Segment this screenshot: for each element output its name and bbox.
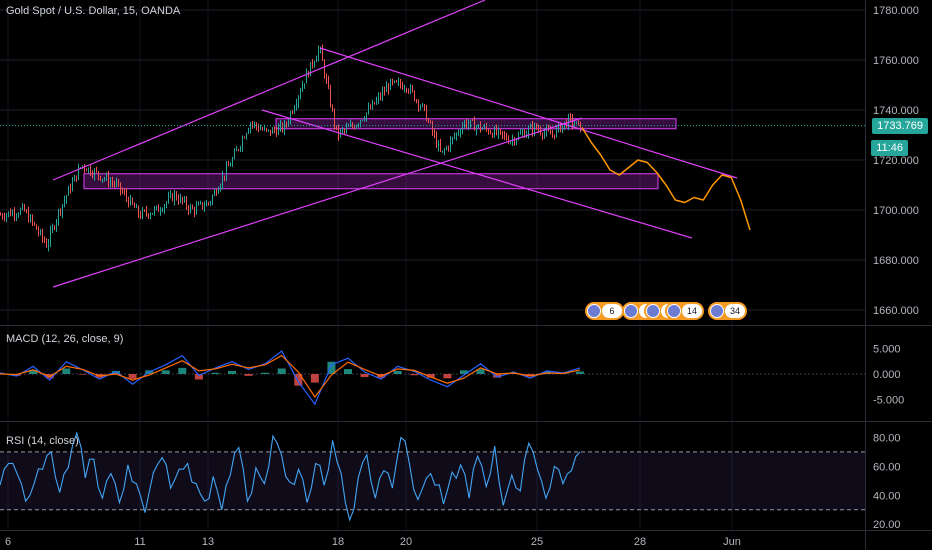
event-count: 14: [682, 304, 702, 318]
grid: [0, 0, 865, 530]
us-flag-icon: [624, 304, 638, 318]
macd-pane: [0, 350, 865, 406]
histogram-bar: [161, 370, 170, 374]
x-tick-label: 28: [634, 536, 646, 548]
histogram-bar: [277, 368, 286, 374]
symbol-title[interactable]: Gold Spot / U.S. Dollar, 15, OANDA: [6, 5, 180, 17]
histogram-bar: [344, 369, 352, 374]
rsi-tick-label: 80.00: [873, 432, 901, 444]
macd-tick-label: 5.000: [873, 343, 901, 355]
lower-support-zone: [83, 173, 659, 190]
countdown-badge: 11:46: [871, 140, 908, 156]
histogram-bar: [78, 374, 87, 375]
rsi-tick-label: 20.00: [873, 519, 901, 531]
economic-event[interactable]: 14: [665, 302, 704, 320]
y-tick-label: 1700.000: [873, 205, 919, 217]
signal-line: [0, 354, 581, 399]
rsi-tick-label: 40.00: [873, 490, 901, 502]
rsi-band-fill: [0, 451, 865, 510]
x-tick-label: 18: [332, 536, 344, 548]
x-tick-label: 20: [400, 536, 412, 548]
macd-title[interactable]: MACD (12, 26, close, 9): [6, 333, 123, 345]
event-count: 6: [602, 304, 622, 318]
upper-rising-line: [52, 0, 486, 181]
histogram-bar: [576, 371, 584, 374]
histogram-bar: [261, 372, 270, 374]
event-count: 34: [725, 304, 745, 318]
histogram-bar: [228, 370, 236, 374]
x-tick-label: Jun: [723, 536, 741, 548]
x-tick-label: 11: [134, 536, 145, 548]
last-price-badge: 1733.769: [872, 117, 928, 134]
us-flag-icon: [646, 304, 660, 318]
us-flag-icon: [667, 304, 681, 318]
histogram-bar: [128, 374, 137, 379]
y-tick-label: 1660.000: [873, 305, 919, 317]
us-flag-icon: [587, 304, 601, 318]
histogram-bar: [393, 370, 402, 374]
y-tick-label: 1760.000: [873, 55, 919, 67]
y-tick-label: 1780.000: [873, 5, 919, 17]
x-tick-label: 25: [531, 536, 543, 548]
rsi-pane: [0, 431, 865, 522]
y-tick-label: 1740.000: [873, 105, 919, 117]
economic-event[interactable]: 6: [585, 302, 624, 320]
us-flag-icon: [710, 304, 724, 318]
histogram-bar: [410, 374, 419, 376]
macd-line: [0, 350, 581, 406]
histogram-bar: [360, 374, 369, 378]
histogram-bar: [310, 374, 319, 383]
chart-canvas[interactable]: 1780.000 1760.000 1740.000 1720.000 1700.000…: [0, 0, 932, 550]
y-tick-label: 1720.000: [873, 155, 919, 167]
histogram-bar: [443, 374, 452, 379]
histogram-bar: [244, 374, 253, 376]
macd-tick-label: -5.000: [873, 395, 904, 407]
rsi-tick-label: 60.00: [873, 461, 901, 473]
histogram-bar: [62, 368, 71, 374]
economic-event[interactable]: 34: [708, 302, 747, 320]
candles: [0, 44, 581, 252]
channels: [52, 0, 738, 288]
y-tick-label: 1680.000: [873, 255, 919, 267]
histogram-bar: [211, 372, 220, 374]
macd-tick-label: 0.000: [873, 369, 901, 381]
rsi-title[interactable]: RSI (14, close): [6, 435, 79, 447]
histogram-bar: [178, 367, 187, 374]
x-tick-label: 6: [5, 536, 11, 548]
x-tick-label: 13: [202, 536, 214, 548]
upper-falling-line: [319, 47, 738, 179]
zones: [83, 118, 677, 190]
